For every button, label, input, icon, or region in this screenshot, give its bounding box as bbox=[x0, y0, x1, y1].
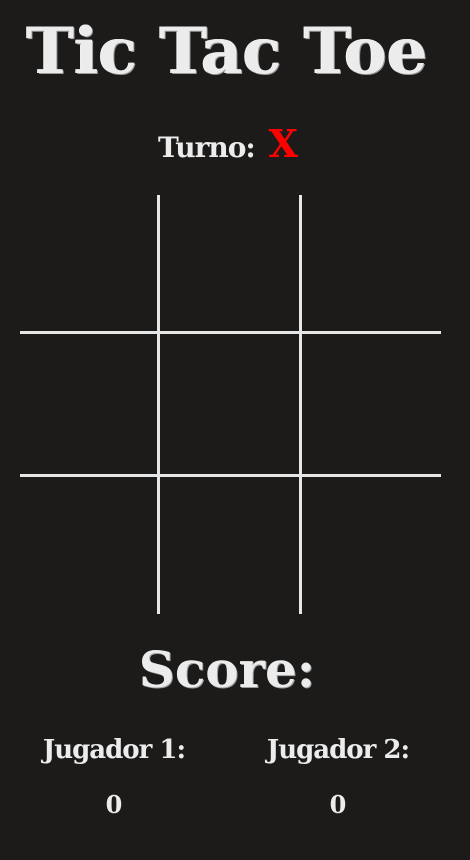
board-cell-7[interactable] bbox=[20, 474, 159, 614]
grid-line-vertical-right bbox=[299, 195, 302, 614]
player-2-label: Jugador 2: bbox=[266, 735, 410, 765]
player-1-label: Jugador 1: bbox=[42, 735, 186, 765]
board-cell-6[interactable] bbox=[301, 332, 441, 474]
player-2-score-panel: Jugador 2: 0 bbox=[238, 728, 438, 822]
board-cell-8[interactable] bbox=[159, 474, 301, 614]
board-cell-3[interactable] bbox=[301, 195, 441, 332]
player-1-score-panel: Jugador 1: 0 bbox=[14, 728, 214, 822]
score-title: Score: bbox=[138, 640, 316, 699]
turn-value: X bbox=[268, 121, 298, 166]
player-1-score: 0 bbox=[105, 790, 123, 819]
turn-label: Turno: bbox=[158, 131, 256, 164]
game-title: Tic Tac Toe bbox=[26, 14, 428, 89]
turn-indicator: Turno: X bbox=[0, 120, 456, 172]
grid-line-horizontal-bottom bbox=[20, 474, 441, 477]
board-cell-4[interactable] bbox=[20, 332, 159, 474]
grid-line-vertical-left bbox=[157, 195, 160, 614]
board-cell-1[interactable] bbox=[20, 195, 159, 332]
game-board bbox=[20, 195, 441, 614]
player-2-score: 0 bbox=[329, 790, 347, 819]
grid-line-horizontal-top bbox=[20, 331, 441, 334]
board-cell-9[interactable] bbox=[301, 474, 441, 614]
board-cell-5[interactable] bbox=[159, 332, 301, 474]
board-cell-2[interactable] bbox=[159, 195, 301, 332]
